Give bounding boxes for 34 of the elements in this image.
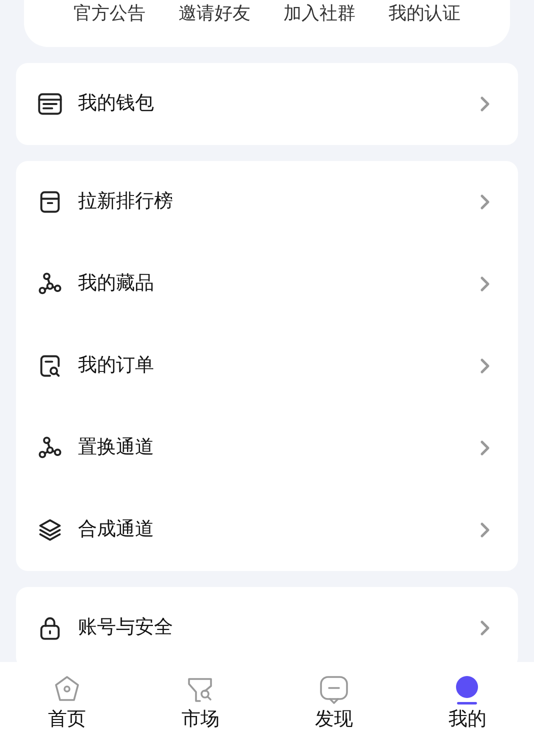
- menu-item[interactable]: 合成通道: [16, 489, 518, 571]
- nav-tab[interactable]: 我的: [400, 662, 534, 738]
- chevron-right-icon: [480, 276, 490, 292]
- menu-label: 我的钱包: [78, 92, 155, 116]
- quick-link[interactable]: 邀请好友: [178, 1, 250, 25]
- nav-tab[interactable]: 发现: [267, 662, 400, 738]
- nodes-icon: [37, 435, 63, 461]
- chevron-right-icon: [480, 522, 490, 538]
- wallet-icon: [37, 91, 63, 117]
- menu-item[interactable]: 我的订单: [16, 325, 518, 407]
- menu-label: 拉新排行榜: [78, 190, 174, 214]
- menu-item[interactable]: 我的钱包: [16, 63, 518, 145]
- nav-tab[interactable]: 市场: [134, 662, 267, 738]
- chevron-right-icon: [480, 358, 490, 374]
- chevron-right-icon: [480, 96, 490, 112]
- layers-icon: [37, 517, 63, 543]
- menu-label: 账号与安全: [78, 616, 174, 640]
- quick-link[interactable]: 加入社群: [284, 1, 356, 25]
- menu-label: 我的藏品: [78, 272, 155, 296]
- chevron-right-icon: [480, 440, 490, 456]
- menu-item[interactable]: 账号与安全: [16, 587, 518, 662]
- menu-item[interactable]: 拉新排行榜: [16, 161, 518, 243]
- chat-icon: [318, 674, 350, 706]
- menu-item[interactable]: 置换通道: [16, 407, 518, 489]
- menu-item[interactable]: 我的藏品: [16, 243, 518, 325]
- chevron-right-icon: [480, 620, 490, 636]
- quick-link[interactable]: 官方公告: [74, 1, 146, 25]
- menu-label: 我的订单: [78, 354, 155, 378]
- quick-link[interactable]: 我的认证: [388, 1, 460, 25]
- chevron-right-icon: [480, 194, 490, 210]
- nodes-icon: [37, 271, 63, 297]
- menu-label: 置换通道: [78, 436, 155, 460]
- nav-tab[interactable]: 首页: [0, 662, 134, 738]
- menu-label: 合成通道: [78, 518, 155, 542]
